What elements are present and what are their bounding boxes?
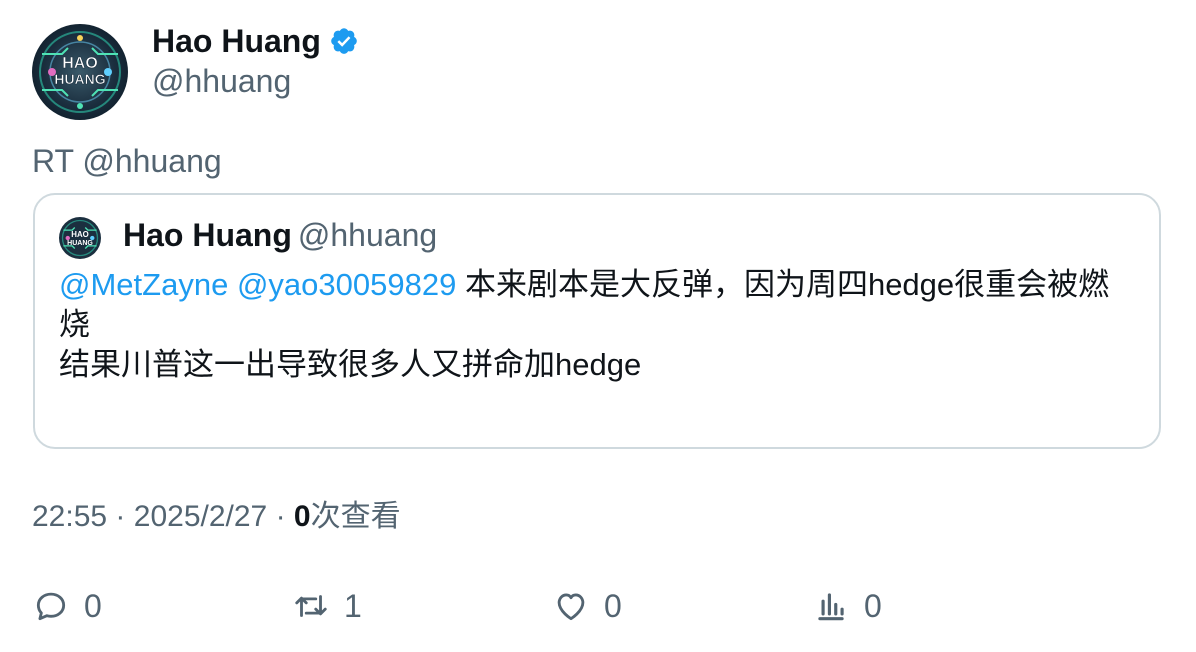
retweet-icon <box>295 595 327 617</box>
like-button[interactable]: 0 <box>552 586 622 626</box>
views-count: 0 <box>293 500 311 533</box>
meta-separator: · <box>275 500 286 533</box>
verified-badge-icon <box>329 26 359 56</box>
quoted-avatar-image: HAO HUANG <box>59 217 101 259</box>
avatar-image: HAO HUANG <box>32 24 128 120</box>
quoted-avatar-text-1: HAO <box>71 230 88 239</box>
tweet-date[interactable]: 2025/2/27 <box>134 500 267 533</box>
avatar-text-1: HAO <box>62 55 98 72</box>
author-name-row[interactable]: Hao Huang <box>152 22 359 60</box>
quoted-tweet-text: @MetZayne @yao30059829 本来剧本是大反弹，因为周四hedg… <box>59 265 1139 385</box>
views-label: 次查看 <box>310 500 401 533</box>
reply-icon <box>36 592 66 621</box>
tweet-time[interactable]: 22:55 <box>32 500 107 533</box>
quoted-author-avatar: HAO HUANG <box>59 217 101 259</box>
author-avatar[interactable]: HAO HUANG <box>32 24 128 120</box>
avatar-text-2: HUANG <box>54 71 105 87</box>
mention-link[interactable]: @yao30059829 <box>237 267 456 302</box>
mention-link[interactable]: @MetZayne <box>59 267 228 302</box>
quoted-avatar-text-2: HUANG <box>67 240 93 247</box>
author-handle[interactable]: @hhuang <box>152 62 291 100</box>
meta-separator: · <box>115 500 126 533</box>
analytics-icon <box>818 593 844 621</box>
author-name[interactable]: Hao Huang <box>152 22 321 60</box>
quoted-author-handle: @hhuang <box>297 217 438 253</box>
reply-count: 0 <box>84 588 102 624</box>
retweet-count: 1 <box>344 588 362 624</box>
tweet-meta: 22:55 · 2025/2/27 · 0次查看 <box>32 498 401 536</box>
quoted-author-name: Hao Huang <box>123 217 292 253</box>
retweet-text: RT @hhuang <box>32 143 222 179</box>
like-count: 0 <box>604 588 622 624</box>
reply-button[interactable]: 0 <box>32 586 102 626</box>
quoted-tweet-card[interactable]: HAO HUANG Hao Huang @hhuang @MetZayne @ya… <box>33 193 1161 449</box>
views-button[interactable]: 0 <box>812 586 882 626</box>
views-action-count: 0 <box>864 588 882 624</box>
heart-icon <box>557 593 585 621</box>
retweet-button[interactable]: 1 <box>292 586 362 626</box>
quoted-tweet-header: Hao Huang @hhuang <box>123 215 437 255</box>
quoted-text-line-2: 结果川普这一出导致很多人又拼命加hedge <box>59 347 642 382</box>
